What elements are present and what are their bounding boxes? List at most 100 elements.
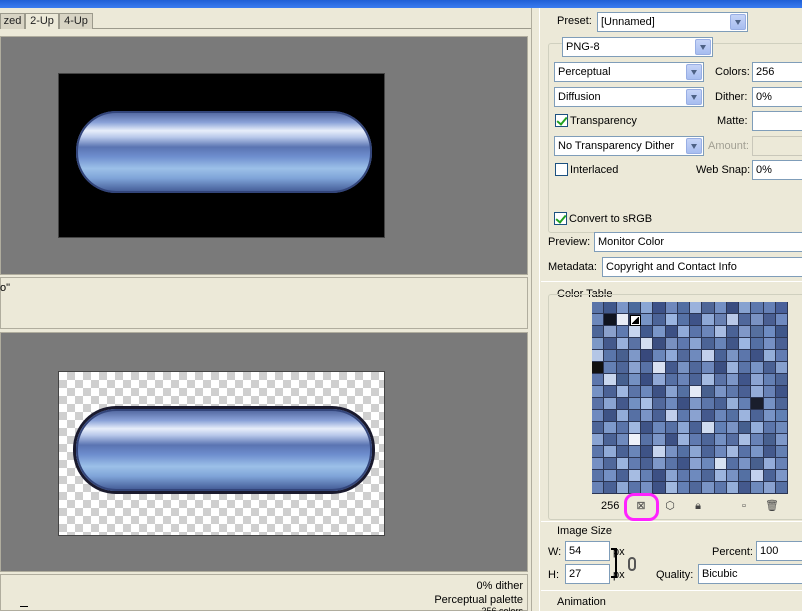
color-swatch[interactable] xyxy=(702,446,715,458)
color-swatch[interactable] xyxy=(628,338,641,350)
color-swatch[interactable] xyxy=(641,350,654,362)
color-swatch[interactable] xyxy=(690,314,703,326)
color-swatch[interactable] xyxy=(653,482,666,494)
color-swatch[interactable] xyxy=(665,350,678,362)
color-swatch[interactable] xyxy=(653,398,666,410)
color-swatch[interactable] xyxy=(702,458,715,470)
color-swatch[interactable] xyxy=(628,434,641,446)
color-swatch[interactable] xyxy=(690,374,703,386)
color-swatch[interactable] xyxy=(763,398,776,410)
color-swatch[interactable] xyxy=(616,446,629,458)
color-swatch[interactable] xyxy=(702,482,715,494)
color-swatch[interactable] xyxy=(592,446,605,458)
color-swatch[interactable] xyxy=(653,410,666,422)
color-swatch[interactable] xyxy=(739,434,752,446)
color-swatch[interactable] xyxy=(726,302,739,314)
transparency-checkbox[interactable] xyxy=(555,114,568,127)
color-swatch[interactable] xyxy=(616,386,629,398)
color-swatch[interactable] xyxy=(628,326,641,338)
color-swatch[interactable] xyxy=(751,470,764,482)
color-swatch[interactable] xyxy=(702,410,715,422)
tab-optimized[interactable]: zed xyxy=(0,13,25,29)
dither-algorithm-dropdown[interactable]: Diffusion xyxy=(554,87,704,107)
color-swatch[interactable] xyxy=(616,458,629,470)
interlaced-checkbox[interactable] xyxy=(555,163,568,176)
color-swatch[interactable] xyxy=(726,374,739,386)
color-swatch[interactable] xyxy=(775,434,788,446)
color-swatch[interactable] xyxy=(714,398,727,410)
color-swatch[interactable] xyxy=(690,410,703,422)
color-swatch[interactable] xyxy=(677,386,690,398)
color-swatch[interactable] xyxy=(641,398,654,410)
color-swatch[interactable] xyxy=(592,374,605,386)
color-swatch[interactable] xyxy=(775,302,788,314)
color-swatch[interactable] xyxy=(726,410,739,422)
color-swatch[interactable] xyxy=(751,374,764,386)
metadata-dropdown[interactable]: Copyright and Contact Info xyxy=(602,257,802,277)
color-reduction-dropdown[interactable]: Perceptual xyxy=(554,62,704,82)
color-swatch[interactable] xyxy=(604,434,617,446)
transparency-dither-dropdown[interactable]: No Transparency Dither xyxy=(554,136,704,156)
color-swatch[interactable] xyxy=(616,350,629,362)
color-swatch[interactable] xyxy=(726,338,739,350)
color-swatch[interactable] xyxy=(714,434,727,446)
color-swatch[interactable] xyxy=(616,398,629,410)
color-swatch[interactable] xyxy=(616,482,629,494)
color-swatch[interactable] xyxy=(604,326,617,338)
color-swatch[interactable] xyxy=(641,434,654,446)
color-swatch[interactable] xyxy=(641,470,654,482)
color-swatch[interactable] xyxy=(641,410,654,422)
color-swatch[interactable] xyxy=(641,458,654,470)
color-swatch[interactable] xyxy=(690,386,703,398)
color-swatch[interactable] xyxy=(751,446,764,458)
color-swatch[interactable] xyxy=(592,410,605,422)
color-swatch[interactable] xyxy=(726,482,739,494)
color-swatch[interactable] xyxy=(677,350,690,362)
color-swatch[interactable] xyxy=(739,470,752,482)
color-swatch[interactable] xyxy=(592,338,605,350)
color-swatch[interactable] xyxy=(763,314,776,326)
color-swatch[interactable] xyxy=(665,470,678,482)
color-swatch[interactable] xyxy=(690,422,703,434)
color-swatch[interactable] xyxy=(628,386,641,398)
color-swatch[interactable] xyxy=(641,326,654,338)
color-swatch[interactable] xyxy=(665,338,678,350)
color-swatch[interactable] xyxy=(628,302,641,314)
color-swatch[interactable] xyxy=(641,338,654,350)
color-swatch[interactable] xyxy=(604,482,617,494)
color-swatch[interactable] xyxy=(604,374,617,386)
color-swatch[interactable] xyxy=(592,386,605,398)
color-swatch[interactable] xyxy=(604,410,617,422)
color-swatch[interactable] xyxy=(726,398,739,410)
color-swatch[interactable] xyxy=(702,350,715,362)
color-swatch[interactable] xyxy=(690,338,703,350)
color-swatch[interactable] xyxy=(751,422,764,434)
color-swatch[interactable] xyxy=(702,434,715,446)
color-swatch[interactable] xyxy=(677,470,690,482)
color-swatch[interactable] xyxy=(653,350,666,362)
color-swatch[interactable] xyxy=(751,326,764,338)
color-swatch[interactable] xyxy=(690,362,703,374)
color-swatch[interactable] xyxy=(739,410,752,422)
color-swatch[interactable] xyxy=(714,350,727,362)
color-swatch[interactable] xyxy=(690,398,703,410)
color-swatch[interactable] xyxy=(726,314,739,326)
color-swatch[interactable] xyxy=(604,338,617,350)
color-swatch[interactable] xyxy=(677,338,690,350)
color-swatch[interactable] xyxy=(616,326,629,338)
color-swatch[interactable] xyxy=(702,386,715,398)
color-swatch[interactable] xyxy=(763,470,776,482)
color-swatch[interactable] xyxy=(726,470,739,482)
color-swatch[interactable] xyxy=(763,482,776,494)
width-field[interactable]: 54 xyxy=(565,541,610,561)
color-swatch[interactable] xyxy=(714,410,727,422)
color-swatch[interactable] xyxy=(628,350,641,362)
color-swatch[interactable] xyxy=(665,458,678,470)
color-swatch[interactable] xyxy=(653,434,666,446)
color-swatch[interactable] xyxy=(592,350,605,362)
color-swatch[interactable] xyxy=(604,398,617,410)
color-swatch[interactable] xyxy=(739,350,752,362)
color-swatch[interactable] xyxy=(763,434,776,446)
color-swatch[interactable] xyxy=(714,338,727,350)
color-swatch[interactable] xyxy=(775,326,788,338)
